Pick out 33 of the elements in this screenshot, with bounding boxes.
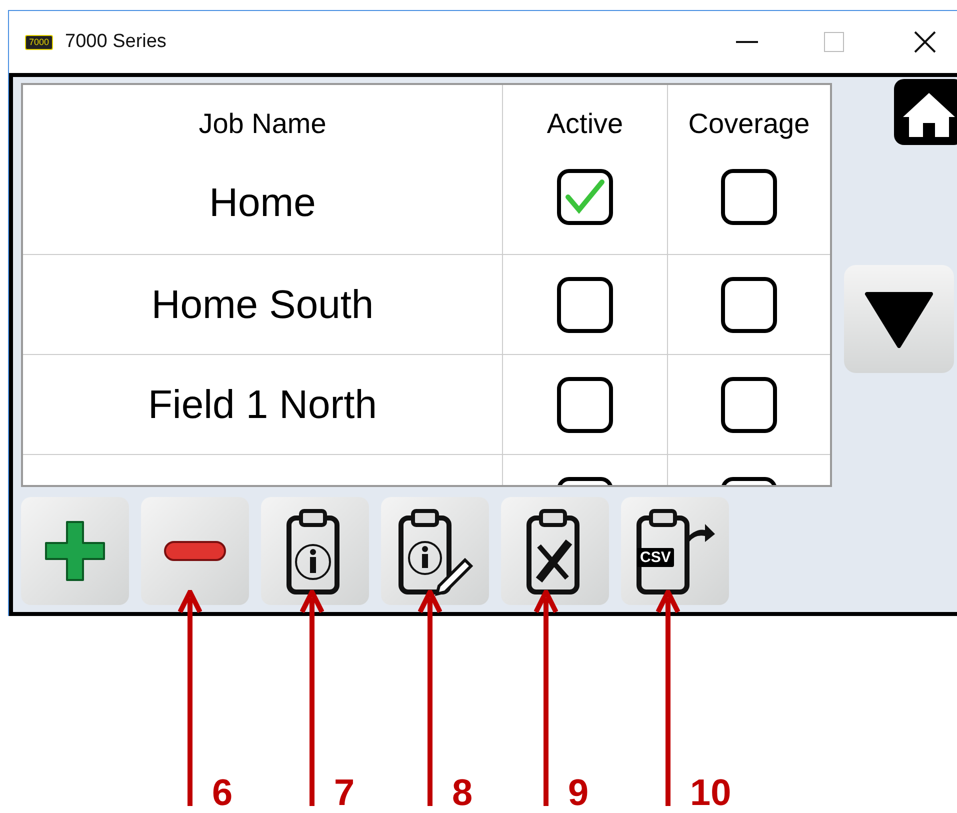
checkbox[interactable]	[721, 376, 777, 432]
add-button[interactable]	[21, 497, 129, 605]
callout-number: 9	[568, 774, 589, 811]
job-name: Field 1 North	[148, 382, 377, 428]
app-logo: 7000	[25, 34, 54, 50]
checkbox[interactable]	[721, 276, 777, 332]
checkbox[interactable]	[557, 169, 613, 225]
home-icon	[901, 91, 957, 139]
edit-button[interactable]	[381, 497, 489, 605]
column-header: Job Name	[198, 107, 326, 141]
minus-icon	[163, 540, 227, 562]
close-icon[interactable]	[914, 31, 936, 53]
check-icon	[565, 179, 605, 215]
callout-number: 8	[452, 774, 473, 811]
down-triangle-icon	[863, 290, 935, 348]
minimize-icon[interactable]	[736, 40, 758, 44]
tools-button[interactable]	[501, 497, 609, 605]
job-name: Home	[209, 180, 316, 227]
checkbox[interactable]	[557, 276, 613, 332]
scroll-down-button[interactable]	[844, 265, 954, 373]
info-button[interactable]	[261, 497, 369, 605]
home-button[interactable]	[894, 79, 957, 145]
checkbox[interactable]	[557, 376, 613, 432]
column-header: Active	[546, 107, 624, 141]
job-name: Home South	[151, 282, 374, 328]
column-header: Coverage	[688, 107, 810, 141]
checkbox[interactable]	[721, 169, 777, 225]
remove-button[interactable]	[141, 497, 249, 605]
callout-number: 7	[334, 774, 355, 811]
csv-button[interactable]: CSV	[621, 497, 729, 605]
callout-number: 6	[212, 774, 233, 811]
window-title: 7000 Series	[65, 30, 166, 54]
callout-number: 10	[690, 774, 732, 811]
